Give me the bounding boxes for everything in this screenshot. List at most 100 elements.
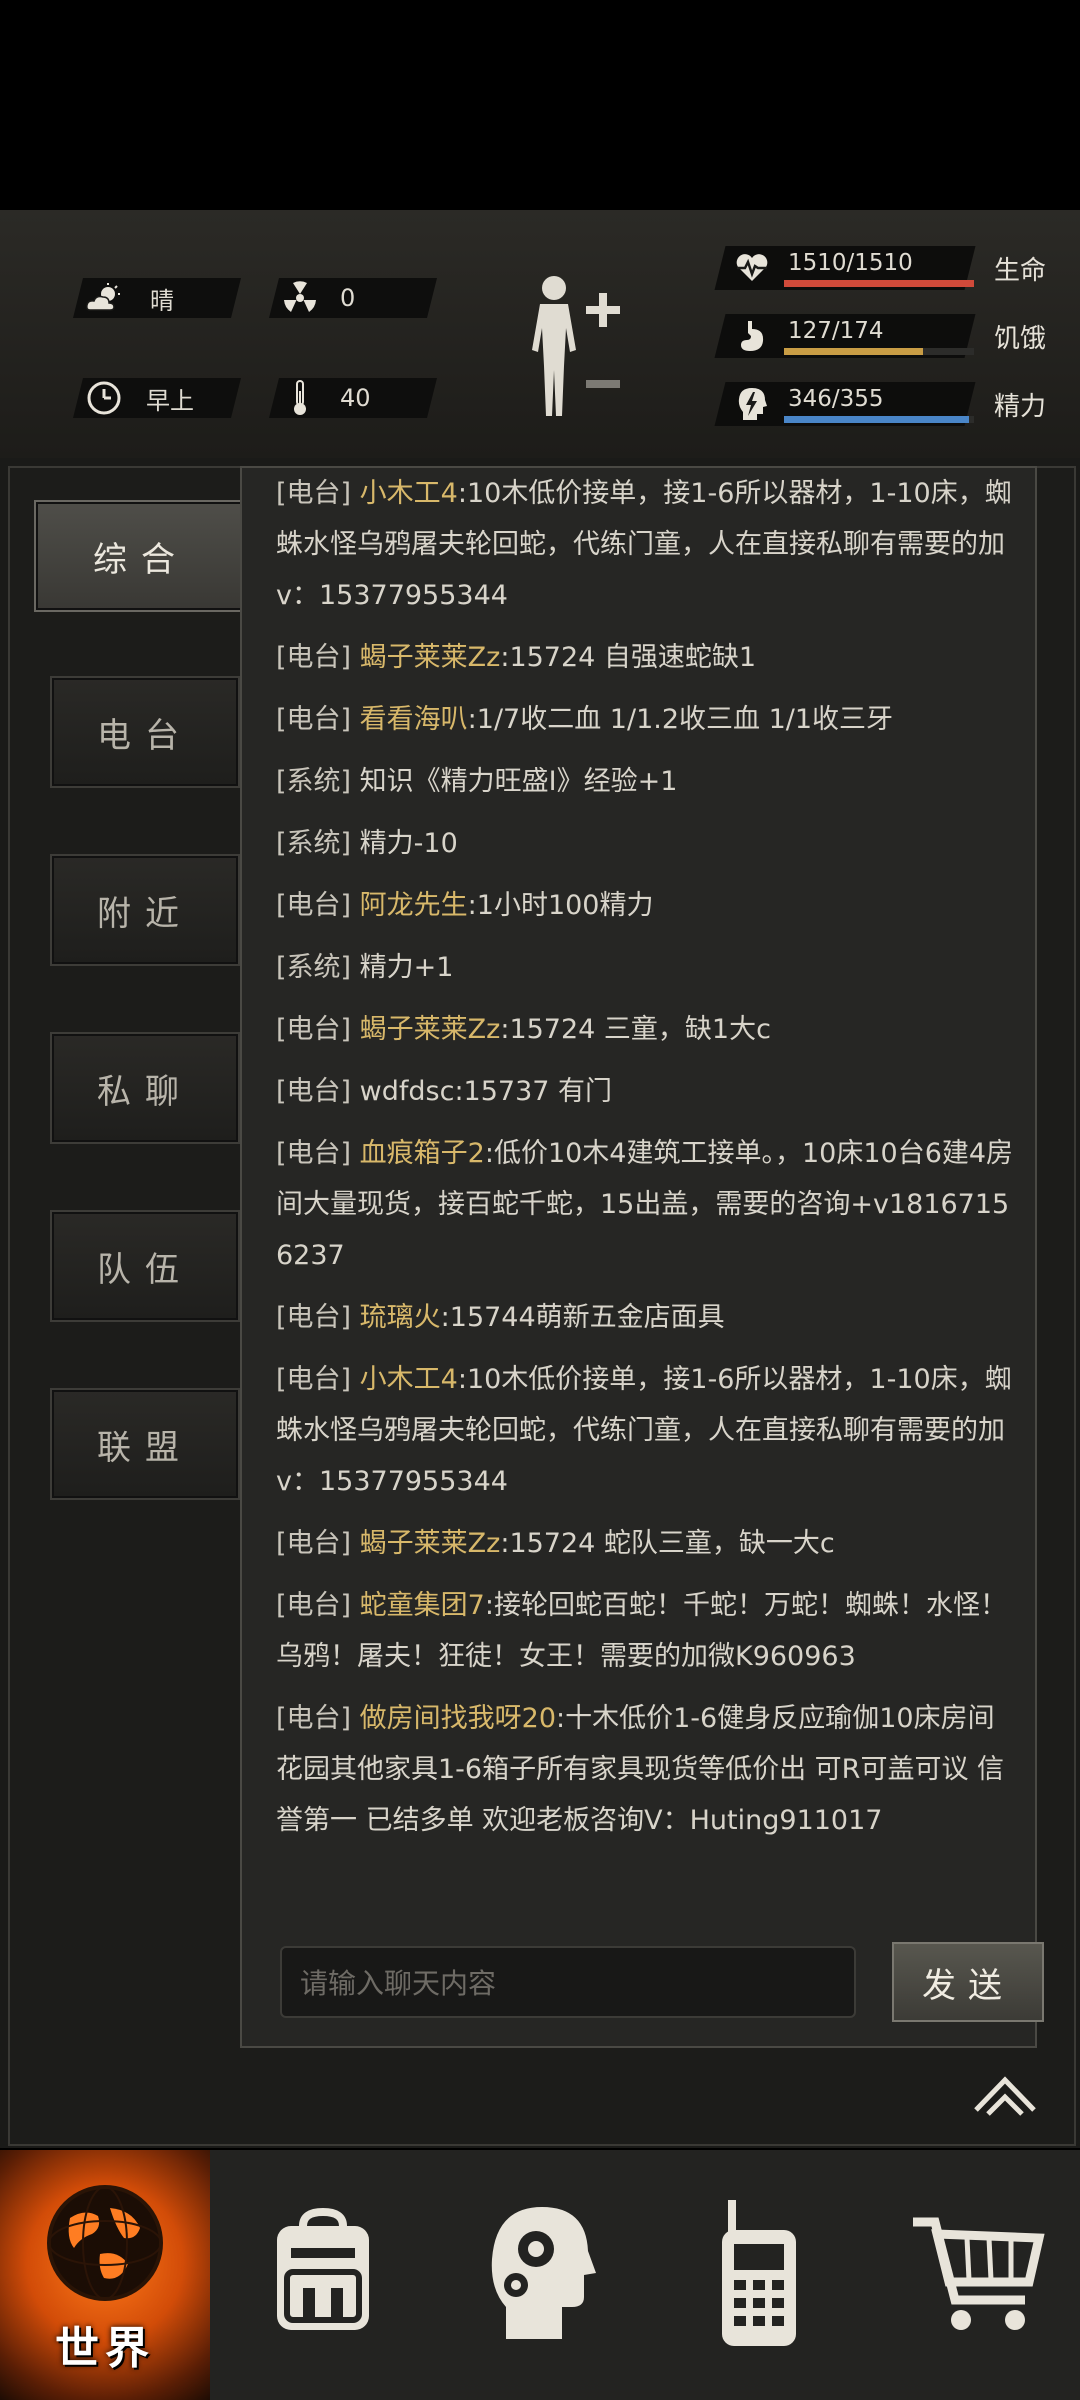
heart-pulse-icon: [734, 250, 770, 286]
weather-label: 晴: [150, 286, 174, 315]
walkie-talkie-icon: [714, 2198, 804, 2352]
health-value: 1510/1510: [788, 250, 913, 276]
chat-message: [电台] 小木工4:10木低价接单，接1-6所以器材，1-10床，蜘蛛水怪乌鸦屠…: [276, 1348, 1016, 1512]
health-fill: [784, 280, 974, 287]
message-sender[interactable]: 蝎子莱莱Zz: [360, 1014, 501, 1045]
stomach-icon: [734, 318, 770, 354]
tab-label: 队伍: [97, 1249, 193, 1290]
tab-label: 私聊: [97, 1071, 193, 1112]
tab-alliance[interactable]: 联盟: [50, 1388, 240, 1500]
hunger-fill: [784, 348, 923, 355]
message-channel: [电台]: [276, 478, 352, 509]
radiation-value: 0: [340, 284, 356, 312]
message-sender[interactable]: 蛇童集团7: [360, 1590, 485, 1621]
message-text: :15744萌新五金店面具: [440, 1302, 725, 1333]
message-text: :1小时100精力: [467, 890, 654, 921]
tab-nearby[interactable]: 附近: [50, 854, 240, 966]
tab-private-chat[interactable]: 私聊: [50, 1032, 240, 1144]
health-label: 生命: [994, 256, 1047, 286]
tab-label: 综合: [93, 539, 189, 580]
energy-value: 346/355: [788, 386, 884, 412]
message-sender[interactable]: 琉璃火: [360, 1302, 441, 1333]
message-text: :15724 三童，缺1大c: [500, 1014, 771, 1045]
hunger-bar: 127/174 饥饿: [714, 314, 1080, 366]
message-sender[interactable]: 看看海叭: [360, 704, 468, 735]
energy-bar: 346/355 精力: [714, 382, 1080, 434]
tab-label: 附近: [97, 893, 193, 934]
message-channel: [电台]: [276, 1302, 352, 1333]
message-text: :15724 自强速蛇缺1: [500, 642, 757, 673]
message-text: 精力-10: [359, 828, 458, 859]
message-channel: [电台]: [276, 1014, 352, 1045]
clock-icon: [78, 380, 130, 416]
chat-message: [电台] 阿龙先生:1小时100精力: [276, 874, 1016, 936]
chat-message: [系统] 精力+1: [276, 936, 1016, 998]
bottom-nav: 世界: [0, 2150, 1080, 2400]
message-sender[interactable]: 小木工4: [360, 1364, 458, 1395]
nav-shop[interactable]: [872, 2150, 1080, 2400]
chat-message: [电台] wdfdsc:15737 有门: [276, 1060, 1016, 1122]
thermometer-icon: [274, 379, 326, 417]
message-text: :15724 蛇队三童，缺一大c: [500, 1528, 835, 1559]
message-sender[interactable]: 蝎子莱莱Zz: [360, 642, 501, 673]
message-text: 精力+1: [359, 952, 454, 983]
message-channel: [电台]: [276, 704, 352, 735]
head-gears-icon: [486, 2203, 596, 2347]
nav-world[interactable]: 世界: [0, 2150, 210, 2400]
message-channel: [电台]: [276, 642, 352, 673]
message-channel: [电台]: [276, 890, 352, 921]
message-text: :1/7收二血 1/1.2收三血 1/1收三牙: [467, 704, 894, 735]
body-figure-icon[interactable]: [520, 270, 630, 430]
chat-message: [系统] 知识《精力旺盛Ⅰ》经验+1: [276, 750, 1016, 812]
nav-skills[interactable]: [436, 2150, 646, 2400]
message-channel: [系统]: [276, 952, 352, 983]
weather-pill: 晴: [73, 278, 241, 318]
nav-backpack[interactable]: [218, 2150, 428, 2400]
message-sender[interactable]: 小木工4: [360, 478, 458, 509]
tab-general[interactable]: 综合: [34, 500, 248, 612]
message-text: 知识《精力旺盛Ⅰ》经验+1: [359, 766, 678, 797]
chat-message: [系统] 精力-10: [276, 812, 1016, 874]
chat-message: [电台] 琉璃火:15744萌新五金店面具: [276, 1286, 1016, 1348]
tab-label: 联盟: [97, 1427, 193, 1468]
chat-panel: [电台] 小木工4:10木低价接单，接1-6所以器材，1-10床，蜘蛛水怪乌鸦屠…: [240, 466, 1044, 2048]
backpack-icon: [263, 2207, 383, 2342]
chat-message: [电台] 小木工4:10木低价接单，接1-6所以器材，1-10床，蜘蛛水怪乌鸦屠…: [276, 468, 1016, 626]
chat-message: [电台] 蝎子莱莱Zz:15724 三童，缺1大c: [276, 998, 1016, 1060]
message-channel: [电台]: [276, 1138, 352, 1169]
nav-radio[interactable]: [654, 2150, 864, 2400]
shopping-cart-icon: [907, 2208, 1047, 2342]
message-sender[interactable]: 阿龙先生: [360, 890, 468, 921]
send-button[interactable]: 发送: [892, 1942, 1044, 2022]
message-channel: [电台]: [276, 1590, 352, 1621]
double-chevron-up-icon[interactable]: [970, 2070, 1040, 2120]
tab-label: 电台: [97, 715, 193, 756]
message-text: wdfdsc:15737 有门: [359, 1076, 613, 1107]
chat-message-list[interactable]: [电台] 小木工4:10木低价接单，接1-6所以器材，1-10床，蜘蛛水怪乌鸦屠…: [276, 468, 1016, 1878]
temperature-value: 40: [340, 384, 371, 412]
message-sender[interactable]: 血痕箱子2: [360, 1138, 485, 1169]
message-sender[interactable]: 做房间找我呀20: [360, 1703, 556, 1734]
head-lightning-icon: [734, 386, 770, 422]
tab-team[interactable]: 队伍: [50, 1210, 240, 1322]
cloud-sun-icon: [78, 282, 130, 314]
chat-message: [电台] 血痕箱子2:低价10木4建筑工接单。，10床10台6建4房间大量现货，…: [276, 1122, 1016, 1286]
chat-message: [电台] 蝎子莱莱Zz:15724 自强速蛇缺1: [276, 626, 1016, 688]
time-pill: 早上: [73, 378, 241, 418]
chat-message: [电台] 做房间找我呀20:十木低价1-6健身反应瑜伽10床房间花园其他家具1-…: [276, 1687, 1016, 1851]
message-channel: [电台]: [276, 1364, 352, 1395]
chat-message: [电台] 蝎子莱莱Zz:15724 蛇队三童，缺一大c: [276, 1512, 1016, 1574]
time-label: 早上: [146, 386, 194, 415]
radiation-pill: 0: [269, 278, 437, 318]
energy-fill: [784, 416, 970, 423]
message-channel: [电台]: [276, 1703, 352, 1734]
message-sender[interactable]: 蝎子莱莱Zz: [360, 1528, 501, 1559]
tab-radio[interactable]: 电台: [50, 676, 240, 788]
nav-world-label: 世界: [55, 2323, 155, 2374]
energy-label: 精力: [994, 392, 1047, 422]
temperature-pill: 40: [269, 378, 437, 418]
message-channel: [系统]: [276, 828, 352, 859]
hunger-label: 饥饿: [994, 324, 1047, 354]
radiation-icon: [274, 281, 326, 315]
chat-input[interactable]: 请输入聊天内容: [280, 1946, 856, 2018]
